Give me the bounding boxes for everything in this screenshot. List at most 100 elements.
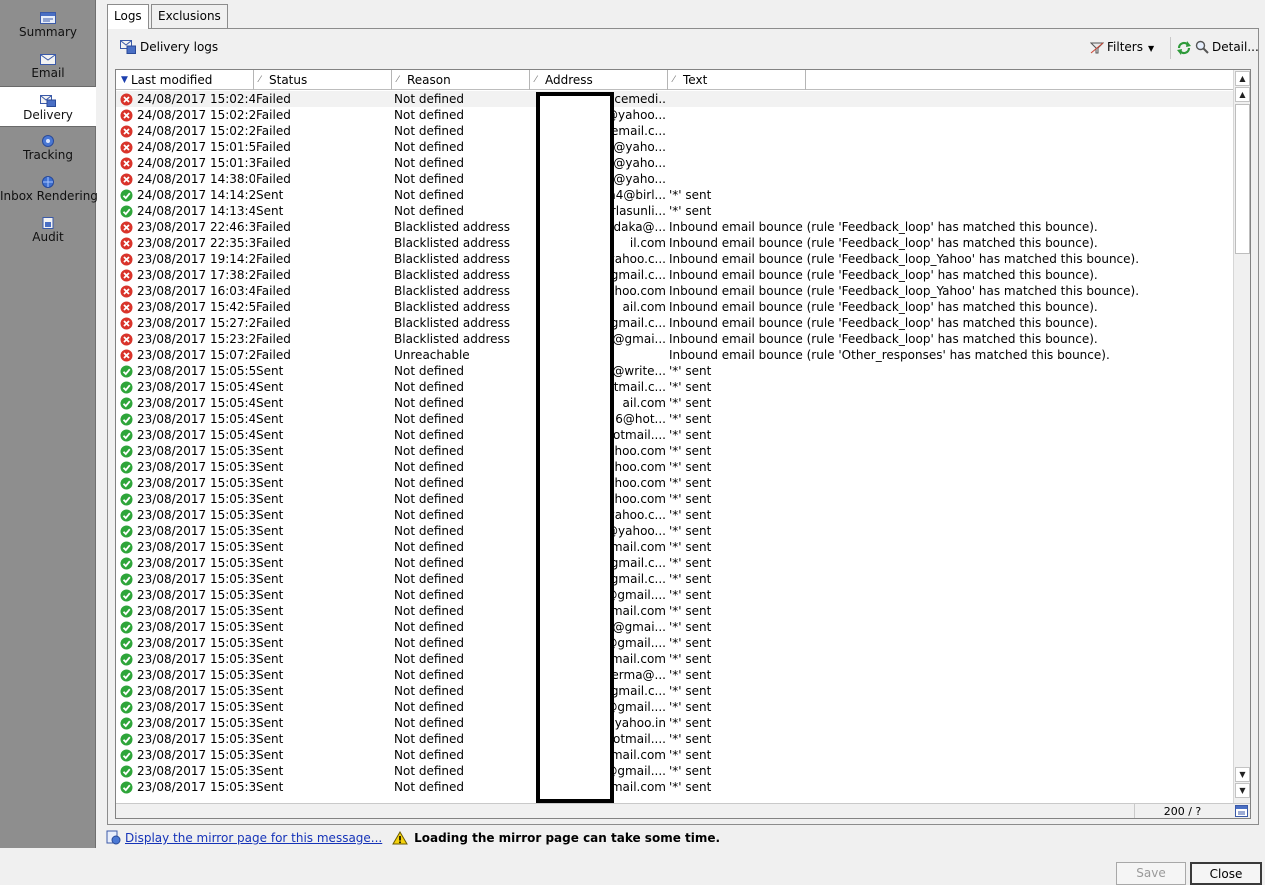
table-row[interactable]: 23/08/2017 17:38:25 Failed Blacklisted add… bbox=[116, 267, 1234, 283]
tab-exclusions[interactable]: Exclusions bbox=[151, 4, 228, 28]
sidebar-item-inbox-rendering[interactable]: Inbox Rendering bbox=[0, 168, 98, 209]
column-header-reason[interactable]: ⁄ Reason bbox=[392, 70, 530, 90]
column-header-text[interactable]: ⁄ Text bbox=[668, 70, 806, 90]
tab-logs[interactable]: Logs bbox=[107, 4, 149, 29]
delivery-logs-grid: ▼ Last modified ⁄ Status ⁄ Reason ⁄ Address … bbox=[115, 69, 1251, 819]
table-row[interactable]: 23/08/2017 15:05:31 Sent Not defined otmail… bbox=[116, 731, 1234, 747]
table-row[interactable]: 24/08/2017 14:13:46 Sent Not defined @birla… bbox=[116, 203, 1234, 219]
cell-last-modified: 24/08/2017 15:02:49 bbox=[137, 92, 255, 106]
scroll-bottom-icon[interactable]: ▼ bbox=[1235, 783, 1250, 798]
table-row[interactable]: 23/08/2017 15:27:29 Failed Blacklisted add… bbox=[116, 315, 1234, 331]
cell-status: Failed bbox=[256, 332, 291, 346]
table-row[interactable]: 23/08/2017 15:05:33 Sent Not defined ahoo.c… bbox=[116, 459, 1234, 475]
table-row[interactable]: 23/08/2017 15:05:42 Sent Not defined 6@hot.… bbox=[116, 411, 1234, 427]
sent-status-icon bbox=[120, 573, 133, 586]
column-header-address[interactable]: ⁄ Address bbox=[530, 70, 668, 90]
table-row[interactable]: 23/08/2017 15:05:31 Sent Not defined ur@gma… bbox=[116, 587, 1234, 603]
table-row[interactable]: 23/08/2017 15:05:42 Sent Not defined ail.co… bbox=[116, 395, 1234, 411]
tab-strip: Logs Exclusions bbox=[107, 4, 1259, 29]
table-row[interactable]: 23/08/2017 15:05:31 Sent Not defined as1@ya… bbox=[116, 523, 1234, 539]
table-row[interactable]: 23/08/2017 15:05:31 Sent Not defined ahoo.c… bbox=[116, 491, 1234, 507]
table-row[interactable]: 23/08/2017 15:05:31 Sent Not defined ch@gma… bbox=[116, 619, 1234, 635]
table-row[interactable]: 23/08/2017 15:05:31 Sent Not defined gmail.… bbox=[116, 747, 1234, 763]
cell-status: Sent bbox=[256, 204, 284, 218]
table-row[interactable]: 23/08/2017 15:42:53 Failed Blacklisted add… bbox=[116, 299, 1234, 315]
cell-reason: Not defined bbox=[394, 204, 465, 218]
table-row[interactable]: 23/08/2017 15:05:37 Sent Not defined hoo.co… bbox=[116, 443, 1234, 459]
cell-status: Sent bbox=[256, 476, 284, 490]
cell-status: Sent bbox=[256, 716, 284, 730]
sidebar-item-email[interactable]: Email bbox=[0, 45, 96, 86]
table-row[interactable]: 24/08/2017 15:01:57 Failed Not defined @yah… bbox=[116, 139, 1234, 155]
table-row[interactable]: 23/08/2017 15:05:31 Sent Not defined mail.c… bbox=[116, 779, 1234, 795]
table-row[interactable]: 23/08/2017 15:23:27 Failed Blacklisted add… bbox=[116, 331, 1234, 347]
table-row[interactable]: 23/08/2017 19:14:21 Failed Blacklisted add… bbox=[116, 251, 1234, 267]
table-row[interactable]: 24/08/2017 14:38:08 Failed Not defined 27@y… bbox=[116, 171, 1234, 187]
table-row[interactable]: 23/08/2017 22:35:34 Failed Blacklisted add… bbox=[116, 235, 1234, 251]
cell-last-modified: 23/08/2017 15:05:31 bbox=[137, 604, 255, 618]
cell-last-modified: 23/08/2017 15:05:31 bbox=[137, 748, 255, 762]
table-row[interactable]: 23/08/2017 16:03:43 Failed Blacklisted add… bbox=[116, 283, 1234, 299]
delivery-logs-icon bbox=[120, 40, 136, 54]
warning-icon bbox=[392, 831, 408, 845]
cell-text: '*' sent bbox=[669, 684, 712, 698]
column-header-status[interactable]: ⁄ Status bbox=[254, 70, 392, 90]
cell-status: Failed bbox=[256, 172, 291, 186]
close-button[interactable]: Close bbox=[1190, 862, 1262, 885]
table-row[interactable]: 23/08/2017 15:05:31 Sent Not defined @gmail… bbox=[116, 683, 1234, 699]
sidebar-item-summary[interactable]: Summary bbox=[0, 4, 96, 45]
toolbar-title-label: Delivery logs bbox=[140, 40, 219, 54]
chevron-down-icon: ▼ bbox=[1147, 44, 1155, 53]
refresh-button[interactable] bbox=[1176, 40, 1195, 56]
table-row[interactable]: 23/08/2017 15:05:42 Sent Not defined @hotma… bbox=[116, 379, 1234, 395]
cell-status: Sent bbox=[256, 492, 284, 506]
table-row[interactable]: 24/08/2017 15:02:28 Failed Not defined n@ya… bbox=[116, 107, 1234, 123]
table-row[interactable]: 23/08/2017 15:05:31 Sent Not defined @gmail… bbox=[116, 763, 1234, 779]
sent-status-icon bbox=[120, 381, 133, 394]
sidebar-item-tracking[interactable]: Tracking bbox=[0, 127, 96, 168]
table-row[interactable]: 23/08/2017 15:07:20 Failed Unreachable Inbo… bbox=[116, 347, 1234, 363]
column-header-last-modified[interactable]: ▼ Last modified bbox=[116, 70, 254, 90]
table-row[interactable]: 23/08/2017 15:05:31 Sent Not defined k.verm… bbox=[116, 667, 1234, 683]
cell-last-modified: 23/08/2017 15:05:31 bbox=[137, 764, 255, 778]
table-row[interactable]: 23/08/2017 15:05:31 Sent Not defined @gmail… bbox=[116, 635, 1234, 651]
table-row[interactable]: 24/08/2017 15:01:37 Failed Not defined @yah… bbox=[116, 155, 1234, 171]
sent-status-icon bbox=[120, 589, 133, 602]
scroll-down-icon[interactable]: ▼ bbox=[1235, 767, 1250, 782]
save-button[interactable]: Save bbox=[1116, 862, 1186, 885]
table-row[interactable]: 24/08/2017 14:14:29 Sent Not defined va4@bi… bbox=[116, 187, 1234, 203]
table-row[interactable]: 24/08/2017 15:02:21 Failed Not defined dife… bbox=[116, 123, 1234, 139]
calendar-icon[interactable] bbox=[1235, 805, 1248, 817]
table-row[interactable]: 23/08/2017 15:05:58 Sent Not defined am@wri… bbox=[116, 363, 1234, 379]
detail-button[interactable]: Detail... bbox=[1195, 40, 1259, 54]
cell-status: Failed bbox=[256, 316, 291, 330]
mirror-page-link[interactable]: Display the mirror page for this message… bbox=[125, 831, 382, 845]
cell-text: '*' sent bbox=[669, 780, 712, 794]
cell-reason: Unreachable bbox=[394, 348, 470, 362]
sent-status-icon bbox=[120, 605, 133, 618]
scroll-up-icon[interactable]: ▲ bbox=[1235, 87, 1250, 102]
table-row[interactable]: 23/08/2017 15:05:31 Sent Not defined yahoo.… bbox=[116, 475, 1234, 491]
table-row[interactable]: 23/08/2017 15:05:31 Sent Not defined gmail.… bbox=[116, 539, 1234, 555]
scrollbar-thumb[interactable] bbox=[1235, 104, 1250, 254]
table-row[interactable]: 23/08/2017 15:05:31 Sent Not defined g@gmai… bbox=[116, 555, 1234, 571]
table-row[interactable]: 23/08/2017 15:05:31 Sent Not defined ta@gma… bbox=[116, 699, 1234, 715]
table-row[interactable]: 23/08/2017 15:05:31 Sent Not defined gmail.… bbox=[116, 651, 1234, 667]
table-row[interactable]: 24/08/2017 15:02:49 Failed Not defined renc… bbox=[116, 91, 1234, 107]
table-row[interactable]: 23/08/2017 15:05:31 Sent Not defined yahoo.… bbox=[116, 715, 1234, 731]
filters-button[interactable]: Filters ▼ bbox=[1089, 40, 1155, 54]
sidebar-item-audit[interactable]: Audit bbox=[0, 209, 96, 250]
cell-reason: Blacklisted address bbox=[394, 268, 511, 282]
cell-reason: Not defined bbox=[394, 524, 465, 538]
table-row[interactable]: 23/08/2017 15:05:31 Sent Not defined @yahoo… bbox=[116, 507, 1234, 523]
scroll-top-icon[interactable]: ▲ bbox=[1235, 71, 1250, 86]
table-row[interactable]: 23/08/2017 15:05:31 Sent Not defined 1@gmai… bbox=[116, 571, 1234, 587]
table-row[interactable]: 23/08/2017 15:05:42 Sent Not defined hotmai… bbox=[116, 427, 1234, 443]
sidebar-item-delivery[interactable]: Delivery bbox=[0, 86, 96, 127]
table-row[interactable]: 23/08/2017 22:46:37 Failed Blacklisted add… bbox=[116, 219, 1234, 235]
cell-reason: Not defined bbox=[394, 444, 465, 458]
table-row[interactable]: 23/08/2017 15:05:31 Sent Not defined mail.c… bbox=[116, 603, 1234, 619]
cell-status: Failed bbox=[256, 348, 291, 362]
cell-last-modified: 24/08/2017 14:13:46 bbox=[137, 204, 255, 218]
vertical-scrollbar[interactable]: ▲ ▲ ▼ ▼ bbox=[1233, 70, 1250, 803]
